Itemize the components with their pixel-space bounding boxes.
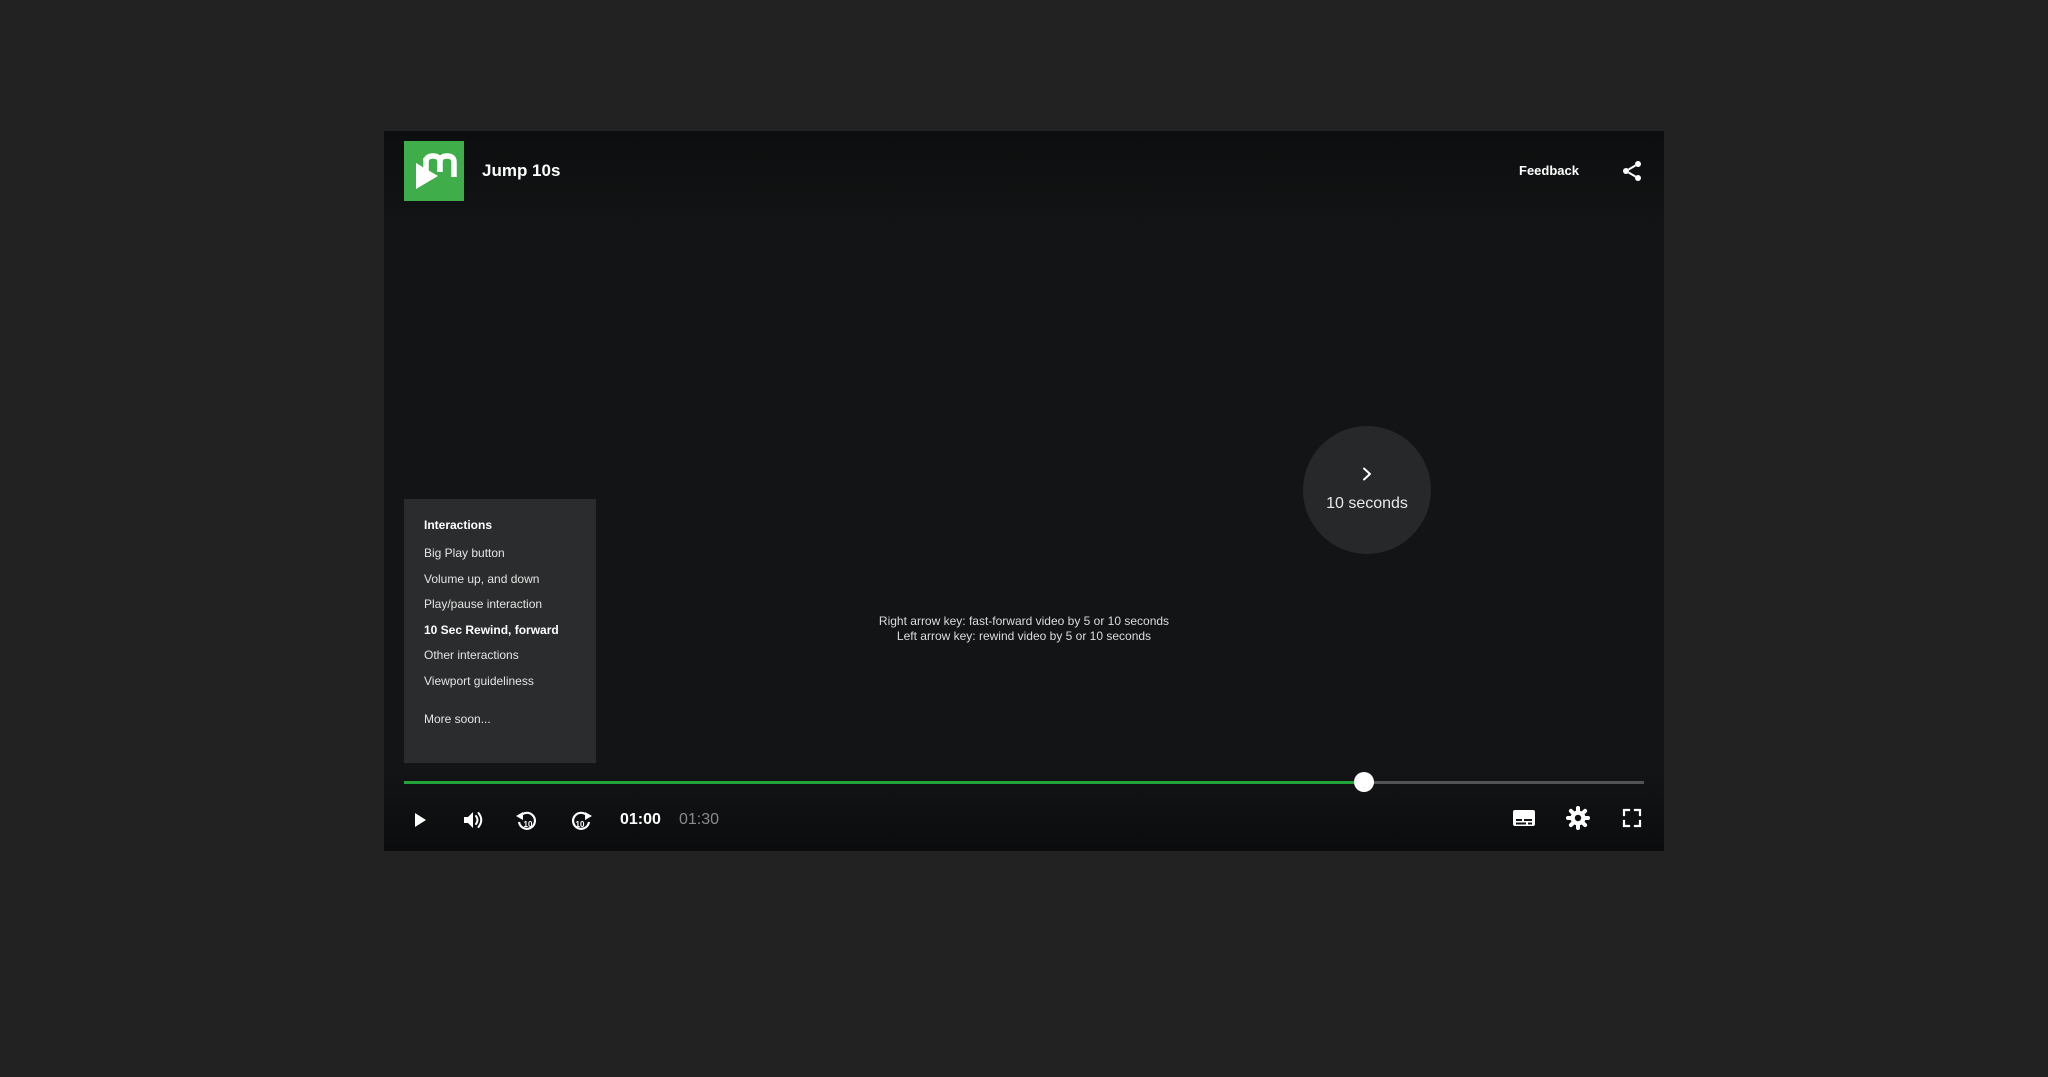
forward-10-button[interactable]: 10 [567,806,595,834]
menu-item-rewind-forward[interactable]: 10 Sec Rewind, forward [424,622,576,638]
fullscreen-button[interactable] [1618,804,1646,832]
captions-icon [1513,810,1535,826]
fullscreen-icon [1622,808,1642,828]
svg-text:10: 10 [576,820,585,829]
svg-text:10: 10 [524,820,533,829]
progress-fill [404,781,1364,784]
menu-item-other[interactable]: Other interactions [424,647,576,663]
menu-item-big-play[interactable]: Big Play button [424,545,576,561]
chevron-right-icon [1363,467,1371,481]
settings-button[interactable] [1564,804,1592,832]
menu-item-viewport[interactable]: Viewport guideliness [424,673,576,689]
video-title: Jump 10s [482,161,561,180]
rewind-10-icon: 10 [516,811,536,830]
rewind-10-button[interactable]: 10 [513,806,541,834]
volume-button[interactable] [459,806,487,834]
feedback-link[interactable]: Feedback [1519,162,1579,180]
play-icon [415,813,426,827]
player-top-bar: Jump 10s Feedback [384,131,1664,231]
menu-item-more-soon: More soon... [424,711,491,726]
total-duration: 01:30 [679,811,720,828]
interactions-menu-heading: Interactions [424,518,493,532]
skip-indicator-label: 10 seconds [1326,495,1408,512]
volume-icon [464,812,483,828]
video-player[interactable]: Jump 10s Feedback Interactions Big Play … [384,131,1664,851]
hint-left-arrow: Left arrow key: rewind video by 5 or 10 … [896,629,1152,643]
keyboard-hint: Right arrow key: fast-forward video by 5… [724,614,1324,644]
share-button[interactable] [1620,159,1644,183]
menu-item-volume[interactable]: Volume up, and down [424,571,576,587]
play-button[interactable] [406,806,434,834]
interactions-menu: Interactions Big Play button Volume up, … [404,499,596,763]
forward-10-icon: 10 [572,811,592,830]
brand-logo-icon [404,141,464,201]
gear-icon [1566,806,1590,830]
current-time: 01:00 [620,811,661,828]
progress-thumb[interactable] [1353,772,1374,792]
share-icon [1623,161,1641,181]
menu-item-play-pause[interactable]: Play/pause interaction [424,596,576,612]
skip-forward-indicator: 10 seconds [1303,426,1431,554]
progress-bar[interactable] [404,772,1644,792]
captions-button[interactable] [1510,804,1538,832]
hint-right-arrow: Right arrow key: fast-forward video by 5… [878,614,1170,628]
